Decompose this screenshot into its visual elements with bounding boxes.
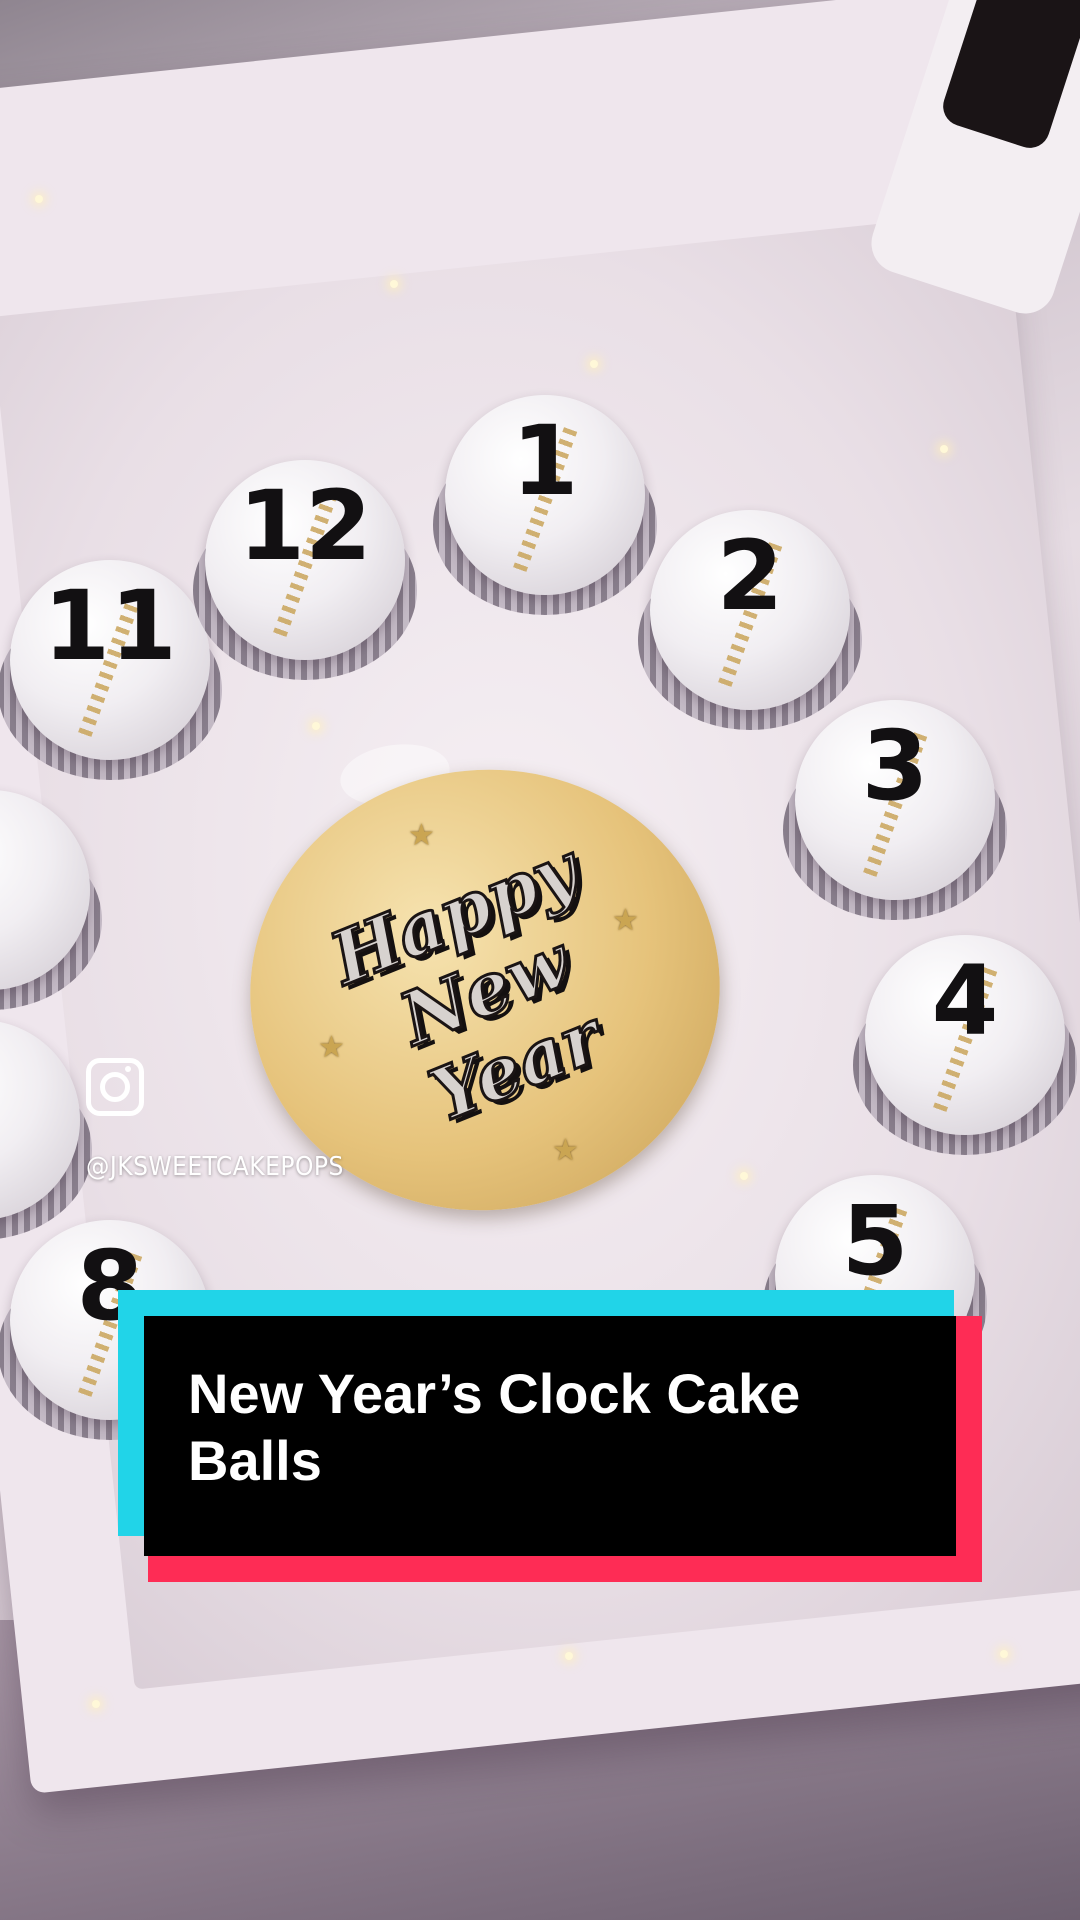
cake-pop-number: 11	[43, 570, 177, 682]
star-icon: ★	[552, 1134, 579, 1167]
sparkle	[35, 195, 43, 203]
sparkle	[390, 280, 398, 288]
cake-pop-2: 2	[638, 510, 862, 730]
sparkle	[312, 722, 320, 730]
sparkle	[1000, 1650, 1008, 1658]
sparkle	[565, 1652, 573, 1660]
cake-pop-number: 1	[511, 405, 579, 517]
cake-pop-number: 12	[238, 470, 372, 582]
cake-pop-partial	[0, 790, 102, 1010]
cake-pop-4: 4	[853, 935, 1077, 1155]
instagram-icon	[86, 1058, 144, 1116]
sparkle	[940, 445, 948, 453]
sparkle	[92, 1700, 100, 1708]
cake-pop-12: 12	[193, 460, 417, 680]
cake-pop-number: 5	[841, 1185, 909, 1297]
star-icon: ★	[612, 904, 639, 937]
star-icon: ★	[318, 1031, 345, 1064]
instagram-icon-dot	[125, 1066, 131, 1072]
instagram-icon-lens	[100, 1072, 130, 1102]
instagram-handle: @JKSWEETCAKEPOPS	[86, 1152, 344, 1182]
caption-title: New Year’s Clock Cake Balls	[188, 1362, 801, 1493]
cake-pop-number: 2	[716, 520, 784, 632]
sparkle	[740, 1172, 748, 1180]
cake-pop-partial	[0, 1020, 92, 1240]
cake-pop-3: 3	[783, 700, 1007, 920]
photo-scene: 11 12 1 2 3 4 5 8 Happy New Year ★ ★ ★ ★	[0, 0, 1080, 1920]
cake-pop-number: 4	[931, 945, 999, 1057]
star-icon: ★	[408, 819, 435, 852]
cake-pop-11: 11	[0, 560, 222, 780]
sparkle	[590, 360, 598, 368]
cake-pop-number: 3	[861, 710, 929, 822]
cake-pop-1: 1	[433, 395, 657, 615]
